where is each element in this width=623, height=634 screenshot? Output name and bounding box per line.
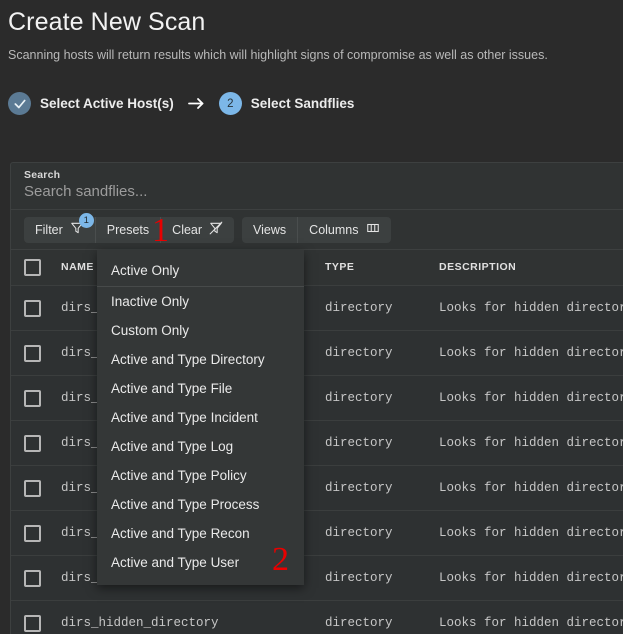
step-select-hosts[interactable]: Select Active Host(s) xyxy=(8,92,174,115)
step2-label: Select Sandflies xyxy=(250,96,355,111)
row-checkbox[interactable] xyxy=(24,434,41,452)
cell-type: directory xyxy=(325,526,393,540)
row-checkbox-cell xyxy=(24,524,61,542)
filter-count-badge: 1 xyxy=(78,212,94,228)
clear-button-label: Clear xyxy=(172,222,203,237)
row-checkbox-cell xyxy=(24,299,61,317)
cell-type: directory xyxy=(325,436,393,450)
columns-icon xyxy=(366,221,380,238)
row-checkbox-cell xyxy=(24,434,61,452)
step2-number: 2 xyxy=(218,92,242,115)
columns-button-label: Columns xyxy=(309,222,359,237)
preset-menu-item[interactable]: Active and Type Process xyxy=(97,490,304,519)
row-checkbox[interactable] xyxy=(24,344,41,362)
page-subtitle: Scanning hosts will return results which… xyxy=(8,48,548,62)
preset-menu-item[interactable]: Active Only xyxy=(97,256,304,287)
step1-label: Select Active Host(s) xyxy=(40,96,174,111)
views-button-label: Views xyxy=(253,222,287,237)
preset-menu-item[interactable]: Active and Type User xyxy=(97,548,304,577)
cell-description: Looks for hidden directories xyxy=(439,571,623,585)
row-checkbox-cell xyxy=(24,344,61,362)
cell-type: directory xyxy=(325,571,393,585)
create-scan-page: Create New Scan Scanning hosts will retu… xyxy=(0,0,623,634)
row-checkbox-cell xyxy=(24,569,61,587)
row-checkbox[interactable] xyxy=(24,569,41,587)
cell-description: Looks for hidden directories xyxy=(439,436,623,450)
presets-button[interactable]: Presets xyxy=(94,216,161,243)
check-icon xyxy=(8,92,31,115)
cell-type: directory xyxy=(325,391,393,405)
column-header-type[interactable]: TYPE xyxy=(325,261,439,273)
row-checkbox[interactable] xyxy=(24,614,41,632)
stepper: Select Active Host(s) 2 Select Sandflies xyxy=(8,92,354,115)
preset-menu-item[interactable]: Active and Type Incident xyxy=(97,403,304,432)
preset-menu-item[interactable]: Active and Type File xyxy=(97,374,304,403)
row-checkbox-cell xyxy=(24,479,61,497)
column-header-description[interactable]: DESCRIPTION xyxy=(439,261,623,273)
cell-description: Looks for hidden directories xyxy=(439,481,623,495)
preset-menu-item[interactable]: Active and Type Recon xyxy=(97,519,304,548)
cell-description: Looks for hidden directories xyxy=(439,616,623,630)
search-input[interactable] xyxy=(24,183,623,200)
select-all-checkbox[interactable] xyxy=(24,258,41,276)
preset-menu-item[interactable]: Active and Type Directory xyxy=(97,345,304,374)
row-checkbox[interactable] xyxy=(24,524,41,542)
select-all-checkbox-cell xyxy=(24,258,61,276)
table-row[interactable]: dirs_hidden_directory directory Looks for … xyxy=(11,600,623,634)
row-checkbox-cell xyxy=(24,614,61,632)
cell-description: Looks for hidden directories xyxy=(439,301,623,315)
search-row: Search xyxy=(11,163,623,210)
cell-type: directory xyxy=(325,481,393,495)
presets-dropdown-menu: Active Only Inactive Only Custom Only Activ… xyxy=(97,250,304,585)
row-checkbox[interactable] xyxy=(24,479,41,497)
filter-button[interactable]: Filter 1 xyxy=(24,212,95,243)
arrow-right-icon xyxy=(187,96,206,111)
search-label: Search xyxy=(24,169,61,181)
preset-menu-item[interactable]: Inactive Only xyxy=(97,287,304,316)
preset-menu-item[interactable]: Active and Type Log xyxy=(97,432,304,461)
cell-type: directory xyxy=(325,616,393,630)
filter-button-group: Filter 1 Presets Clear xyxy=(24,212,235,243)
cell-name: dirs_hidden_directory xyxy=(61,616,219,630)
filter-button-label: Filter xyxy=(35,222,63,237)
preset-menu-item[interactable]: Active and Type Policy xyxy=(97,461,304,490)
cell-type: directory xyxy=(325,301,393,315)
views-button[interactable]: Views xyxy=(242,216,298,243)
toolbar: Filter 1 Presets Clear Views Columns xyxy=(11,210,623,250)
presets-button-label: Presets xyxy=(106,222,150,237)
clear-button[interactable]: Clear xyxy=(160,216,235,243)
cell-description: Looks for hidden directories xyxy=(439,526,623,540)
row-checkbox[interactable] xyxy=(24,299,41,317)
funnel-slash-icon xyxy=(209,221,223,238)
columns-button[interactable]: Columns xyxy=(297,216,391,243)
row-checkbox-cell xyxy=(24,389,61,407)
views-columns-group: Views Columns xyxy=(242,216,391,243)
cell-description: Looks for hidden directories xyxy=(439,391,623,405)
cell-type: directory xyxy=(325,346,393,360)
cell-description: Looks for hidden directories xyxy=(439,346,623,360)
step-select-sandflies[interactable]: 2 Select Sandflies xyxy=(218,92,355,115)
page-title: Create New Scan xyxy=(8,8,206,36)
row-checkbox[interactable] xyxy=(24,389,41,407)
preset-menu-item[interactable]: Custom Only xyxy=(97,316,304,345)
